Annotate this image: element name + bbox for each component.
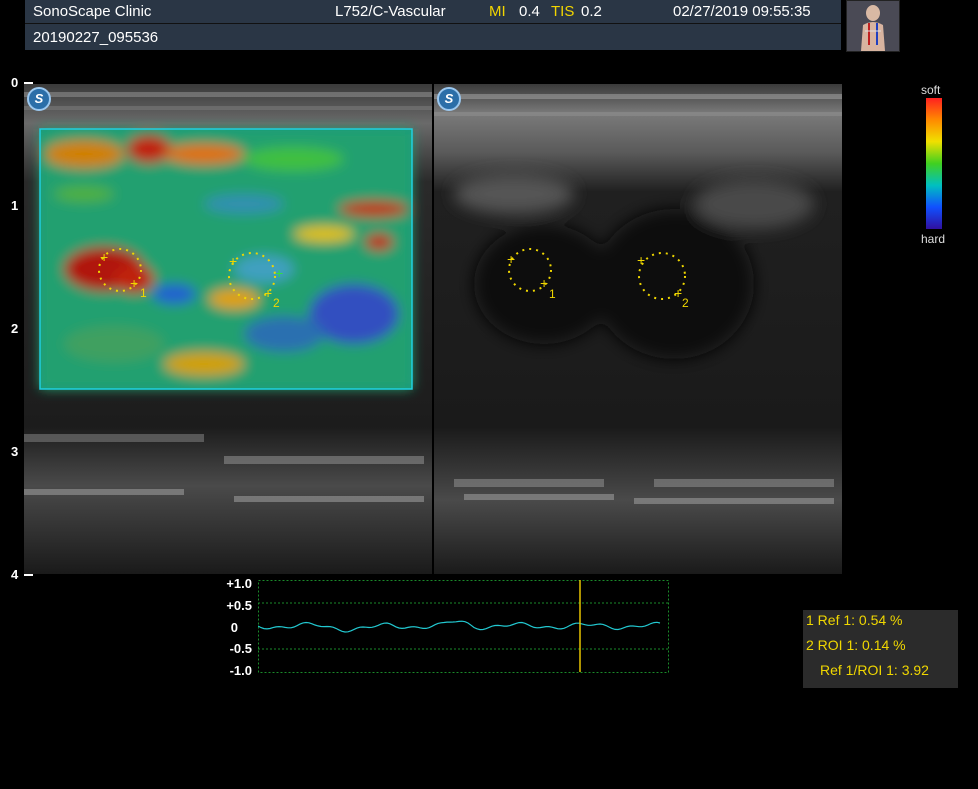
elastography-roi-box [39, 128, 413, 390]
result-roi: 2 ROI 1: 0.14 % [806, 637, 906, 653]
mi-label: MI [489, 3, 506, 20]
roi-label-1: 1 [140, 286, 147, 300]
mi-value: 0.4 [519, 3, 540, 20]
elastography-image-panel[interactable]: + + + + + S 1 2 [24, 84, 432, 574]
strain-plot [258, 580, 669, 673]
header-bar: SonoScape Clinic L752/C-Vascular MI 0.4 … [25, 0, 841, 50]
depth-label-2: 2 [11, 321, 19, 336]
roi-caliper-end: + [674, 285, 682, 301]
exam-datetime: 02/27/2019 09:55:35 [673, 3, 811, 20]
depth-label-0: 0 [11, 75, 19, 90]
strain-results-panel: 1 Ref 1: 0.54 % 2 ROI 1: 0.14 % Ref 1/RO… [803, 610, 958, 688]
header-row-bottom: 20190227_095536 [25, 26, 841, 50]
colorbar-soft-label: soft [921, 83, 941, 97]
sonoscape-logo-icon: S [437, 87, 461, 111]
bmode-image: + + + + [434, 84, 842, 574]
roi-caliper-start: + [229, 253, 237, 269]
roi-label-2: 2 [682, 296, 689, 310]
roi-caliper-start: + [507, 251, 515, 267]
graph-y-label: +0.5 [226, 598, 252, 613]
exam-id: 20190227_095536 [33, 29, 159, 46]
roi-label-2: 2 [273, 296, 280, 310]
strain-graph: +1.0 +0.5 0 -0.5 -1.0 [210, 576, 680, 678]
tis-label: TIS [551, 3, 575, 20]
graph-y-label: -0.5 [229, 641, 252, 656]
result-ref: 1 Ref 1: 0.54 % [806, 612, 903, 628]
body-mark-icon [847, 1, 899, 51]
graph-y-label-zero: 0 [230, 620, 238, 635]
elasticity-colorbar [926, 98, 942, 229]
depth-tick [24, 574, 33, 576]
roi-caliper-end: + [130, 275, 138, 291]
body-mark-thumbnail[interactable] [846, 0, 900, 52]
strain-trace [258, 620, 661, 633]
roi-caliper-end: + [264, 285, 272, 301]
depth-label-1: 1 [11, 198, 19, 213]
probe-preset: L752/C-Vascular [335, 3, 446, 20]
clinic-name: SonoScape Clinic [33, 3, 152, 20]
depth-label-4: 4 [11, 567, 19, 582]
bmode-image-panel[interactable]: + + + + S 1 2 [434, 84, 842, 574]
roi-caliper-end: + [540, 275, 548, 291]
colorbar-hard-label: hard [921, 232, 946, 246]
tis-value: 0.2 [581, 3, 602, 20]
result-ratio: Ref 1/ROI 1: 3.92 [820, 662, 929, 678]
cursor-cross: + [275, 265, 283, 281]
roi-label-1: 1 [549, 287, 556, 301]
elastography-image: + + + + + [24, 84, 432, 574]
header-row-top: SonoScape Clinic L752/C-Vascular MI 0.4 … [25, 0, 841, 24]
roi-caliper-start: + [637, 252, 645, 268]
graph-y-label-top: +1.0 [226, 576, 252, 591]
graph-y-label-bottom: -1.0 [229, 663, 252, 678]
depth-label-3: 3 [11, 444, 19, 459]
sonoscape-logo-icon: S [27, 87, 51, 111]
roi-caliper-start: + [100, 249, 108, 265]
